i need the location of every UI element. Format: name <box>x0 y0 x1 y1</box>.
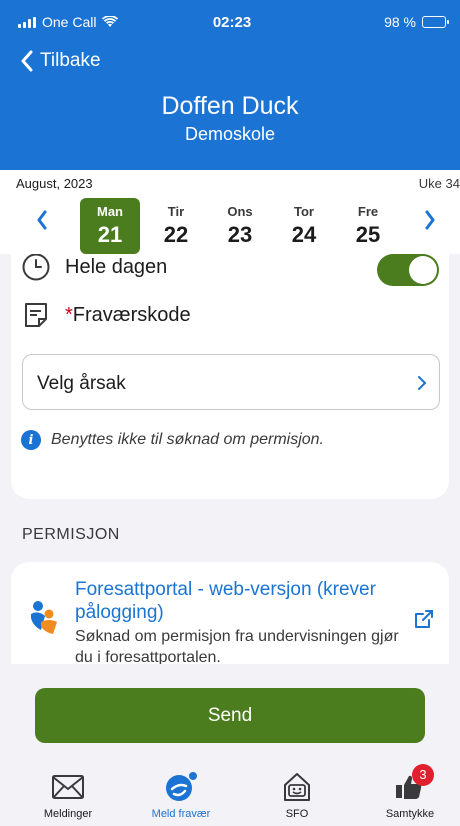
tab-label: SFO <box>285 808 309 820</box>
tab-label: Samtykke <box>385 808 435 820</box>
all-day-row: Hele dagen <box>21 254 167 282</box>
tab-label: Meldinger <box>43 808 93 820</box>
clock: 02:23 <box>212 14 252 31</box>
day-name: Tir <box>167 204 185 219</box>
day-thursday[interactable]: Tor 24 <box>272 198 336 254</box>
battery-icon <box>422 16 449 28</box>
sfo-house-icon <box>251 770 343 804</box>
envelope-icon <box>22 770 114 804</box>
note-icon <box>25 303 47 327</box>
required-marker: * <box>65 303 73 326</box>
tab-consent[interactable]: 3 Samtykke <box>364 764 456 820</box>
week-number: Uke 34 <box>418 176 460 191</box>
thumbs-up-icon: 3 <box>364 764 456 804</box>
parent-portal-icon <box>31 601 57 634</box>
parent-portal-title: Foresattportal - web-versjon (krever pål… <box>75 579 376 623</box>
battery: 98 % <box>384 14 449 30</box>
month-label: August, 2023 <box>16 176 93 191</box>
chevron-right-icon <box>425 210 435 230</box>
absence-form-scroll[interactable]: Hele dagen *Fraværskode Velg årsak i Ben… <box>0 254 460 664</box>
absence-code-row: *Fraværskode <box>21 300 191 330</box>
day-tuesday[interactable]: Tir 22 <box>144 198 208 254</box>
report-absence-icon <box>135 770 227 804</box>
day-date: 23 <box>227 222 253 247</box>
day-date: 25 <box>355 222 381 247</box>
next-week-button[interactable] <box>424 210 444 238</box>
chevron-left-icon <box>21 50 33 72</box>
info-icon: i <box>21 430 41 450</box>
absence-code-label: *Fraværskode <box>65 304 191 327</box>
info-note: i Benyttes ikke til søknad om permisjon. <box>21 430 324 450</box>
external-link-icon <box>415 610 433 628</box>
notification-badge: 3 <box>412 764 434 786</box>
previous-week-button[interactable] <box>36 210 56 238</box>
day-monday[interactable]: Man 21 <box>80 198 140 254</box>
tab-sfo[interactable]: SFO <box>251 770 343 820</box>
day-friday[interactable]: Fre 25 <box>336 198 400 254</box>
absence-form-card: Hele dagen *Fraværskode Velg årsak i Ben… <box>11 254 449 499</box>
app-header: One Call 02:23 98 % Tilbake Doffen Duck … <box>0 0 460 170</box>
chevron-right-icon <box>418 376 427 390</box>
day-list: Man 21 Tir 22 Ons 23 Tor 24 Fre 25 <box>80 198 400 254</box>
chevron-left-icon <box>37 210 47 230</box>
toggle-knob <box>409 256 437 284</box>
back-label: Tilbake <box>40 50 101 71</box>
parent-portal-description: Søknad om permisjon fra undervisningen g… <box>75 628 399 664</box>
reason-select-label: Velg årsak <box>37 373 126 394</box>
day-date: 22 <box>163 222 189 247</box>
tab-report-absence[interactable]: Meld fravær <box>135 770 227 820</box>
clock-icon <box>22 254 50 281</box>
day-name: Ons <box>227 204 253 219</box>
tab-label: Meld fravær <box>151 808 211 820</box>
reason-select[interactable]: Velg årsak <box>22 354 440 410</box>
back-button[interactable]: Tilbake <box>20 50 101 72</box>
tab-messages[interactable]: Meldinger <box>22 770 114 820</box>
send-button[interactable]: Send <box>35 688 425 743</box>
tab-bar: Meldinger Meld fravær SFO 3 Samtykke <box>0 758 460 826</box>
day-name: Man <box>97 204 123 219</box>
absence-code-text: Fraværskode <box>72 303 191 326</box>
info-note-text: Benyttes ikke til søknad om permisjon. <box>51 431 324 448</box>
battery-percent: 98 % <box>384 14 416 30</box>
day-date: 24 <box>291 222 317 247</box>
day-name: Tor <box>294 204 314 219</box>
student-name: Doffen Duck <box>161 92 299 120</box>
status-bar: One Call 02:23 98 % <box>18 14 449 34</box>
day-name: Fre <box>357 204 379 219</box>
day-wednesday[interactable]: Ons 23 <box>208 198 272 254</box>
week-picker: August, 2023 Uke 34 Man 21 Tir 22 Ons 23… <box>0 170 460 254</box>
permission-section-title: PERMISJON <box>22 526 120 543</box>
parent-portal-link[interactable]: Foresattportal - web-versjon (krever pål… <box>11 562 449 664</box>
all-day-toggle[interactable] <box>377 254 439 286</box>
day-date: 21 <box>97 222 123 247</box>
school-name: Demoskole <box>184 124 276 144</box>
all-day-label: Hele dagen <box>65 255 168 278</box>
